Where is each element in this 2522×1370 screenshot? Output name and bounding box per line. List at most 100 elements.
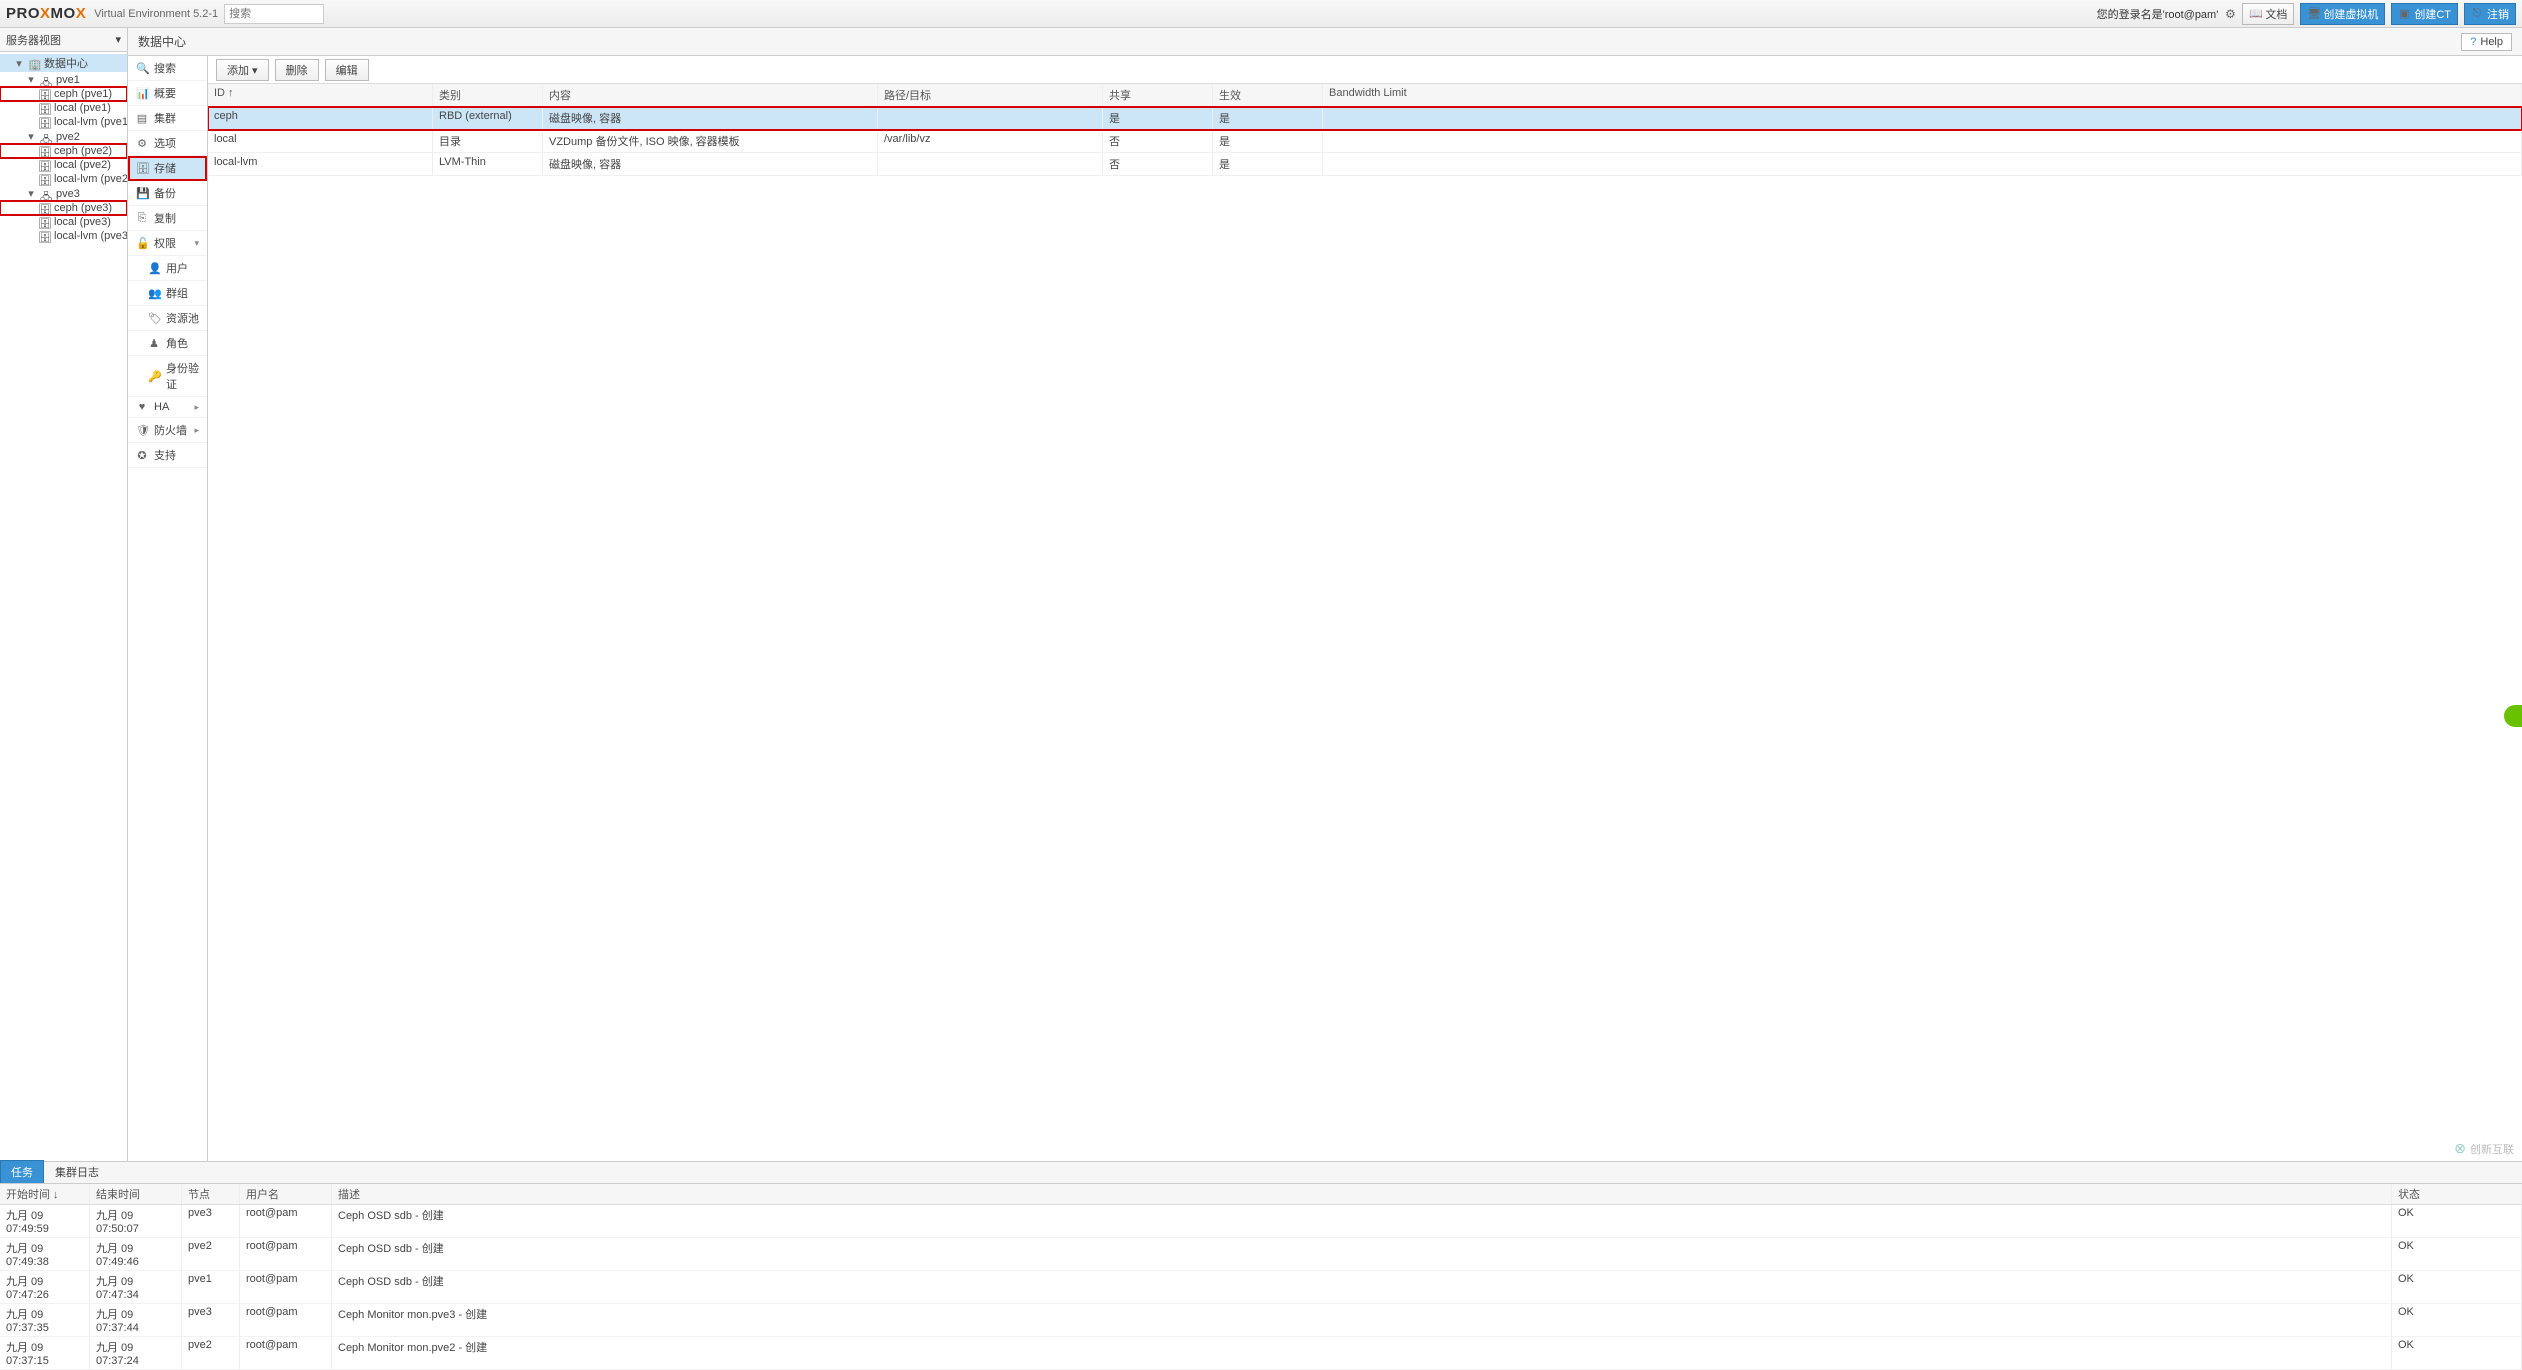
tree-storage[interactable]: 🗄local-lvm (pve2) xyxy=(0,172,127,186)
menu-options[interactable]: ⚙选项 xyxy=(128,131,207,156)
help-button[interactable]: ?Help xyxy=(2461,33,2512,51)
tree-storage[interactable]: 🗄local (pve2) xyxy=(0,158,127,172)
view-selector[interactable]: 服务器视图 ▾ xyxy=(0,28,127,52)
menu-firewall[interactable]: 🛡防火墙▸ xyxy=(128,418,207,443)
storage-row[interactable]: cephRBD (external)磁盘映像, 容器是是 xyxy=(208,107,2522,130)
tree-storage[interactable]: 🗄local-lvm (pve1) xyxy=(0,115,127,129)
menu-storage[interactable]: 🗄存储 xyxy=(128,156,207,181)
floppy-icon: 💾 xyxy=(136,187,148,200)
tree-storage[interactable]: 🗄local (pve1) xyxy=(0,101,127,115)
menu-backup[interactable]: 💾备份 xyxy=(128,181,207,206)
task-grid-header: 开始时间 ↓ 结束时间 节点 用户名 描述 状态 xyxy=(0,1184,2522,1205)
menu-ha[interactable]: ♥HA▸ xyxy=(128,397,207,418)
tree-storage[interactable]: 🗄local (pve3) xyxy=(0,215,127,229)
collapse-icon[interactable]: ▾ xyxy=(26,73,36,86)
gear-icon[interactable]: ⚙ xyxy=(2224,7,2236,21)
tree-node[interactable]: ▾🖧pve3 xyxy=(0,186,127,201)
menu-pools[interactable]: 🏷资源池 xyxy=(128,306,207,331)
tree-node[interactable]: ▾🖧pve1 xyxy=(0,72,127,87)
tcol-start[interactable]: 开始时间 ↓ xyxy=(0,1184,90,1204)
task-row[interactable]: 九月 09 07:37:35九月 09 07:37:44pve3root@pam… xyxy=(0,1304,2522,1337)
col-path[interactable]: 路径/目标 xyxy=(878,84,1103,106)
storage-grid-area: 添加 ▾ 删除 编辑 ID ↑ 类别 内容 路径/目标 共享 生效 Bandwi… xyxy=(208,56,2522,1161)
tree-storage[interactable]: 🗄ceph (pve1) xyxy=(0,87,127,101)
logo-text-x: X xyxy=(40,5,51,22)
storage-row[interactable]: local目录VZDump 备份文件, ISO 映像, 容器模板/var/lib… xyxy=(208,130,2522,153)
col-id[interactable]: ID ↑ xyxy=(208,84,433,106)
col-enabled[interactable]: 生效 xyxy=(1213,84,1323,106)
task-tabs: 任务 集群日志 xyxy=(0,1162,2522,1184)
chevron-down-icon: ▾ xyxy=(194,238,199,249)
tree-storage[interactable]: 🗄ceph (pve2) xyxy=(0,144,127,158)
col-shared[interactable]: 共享 xyxy=(1103,84,1213,106)
copy-icon: ⎘ xyxy=(136,212,148,225)
help-icon: ? xyxy=(2470,36,2476,48)
tag-icon: 🏷 xyxy=(148,312,160,325)
tcol-user[interactable]: 用户名 xyxy=(240,1184,332,1204)
server-icon: 🖧 xyxy=(40,75,52,85)
col-content[interactable]: 内容 xyxy=(543,84,878,106)
storage-icon: 🗄 xyxy=(38,217,50,227)
tree-node[interactable]: ▾🖧pve2 xyxy=(0,129,127,144)
tcol-node[interactable]: 节点 xyxy=(182,1184,240,1204)
resource-tree-panel: 服务器视图 ▾ ▾ 🏢 数据中心 ▾🖧pve1🗄ceph (pve1)🗄loca… xyxy=(0,28,128,1161)
tab-tasks[interactable]: 任务 xyxy=(0,1160,44,1183)
collapse-icon[interactable]: ▾ xyxy=(26,130,36,143)
menu-support[interactable]: ✪支持 xyxy=(128,443,207,468)
add-button[interactable]: 添加 ▾ xyxy=(216,59,269,81)
menu-permissions[interactable]: 🔓权限▾ xyxy=(128,231,207,256)
building-icon: 🏢 xyxy=(28,58,40,68)
grid-header: ID ↑ 类别 内容 路径/目标 共享 生效 Bandwidth Limit xyxy=(208,84,2522,107)
tcol-end[interactable]: 结束时间 xyxy=(90,1184,182,1204)
chart-icon: 📊 xyxy=(136,87,148,100)
task-row[interactable]: 九月 09 07:49:38九月 09 07:49:46pve2root@pam… xyxy=(0,1238,2522,1271)
task-row[interactable]: 九月 09 07:47:26九月 09 07:47:34pve1root@pam… xyxy=(0,1271,2522,1304)
side-widget[interactable] xyxy=(2504,705,2522,727)
logout-button[interactable]: ⎋注销 xyxy=(2464,3,2516,25)
server-icon: ▤ xyxy=(136,112,148,125)
chevron-right-icon: ▸ xyxy=(194,402,199,413)
collapse-icon[interactable]: ▾ xyxy=(14,57,24,70)
menu-summary[interactable]: 📊概要 xyxy=(128,81,207,106)
menu-cluster[interactable]: ▤集群 xyxy=(128,106,207,131)
menu-users[interactable]: 👤用户 xyxy=(128,256,207,281)
menu-search[interactable]: 🔍搜索 xyxy=(128,56,207,81)
task-row[interactable]: 九月 09 07:37:15九月 09 07:37:24pve2root@pam… xyxy=(0,1337,2522,1370)
global-search-input[interactable] xyxy=(224,4,324,24)
logout-icon: ⎋ xyxy=(2471,7,2483,20)
create-vm-button[interactable]: 🖥创建虚拟机 xyxy=(2300,3,2385,25)
tree-datacenter[interactable]: ▾ 🏢 数据中心 xyxy=(0,54,127,72)
heart-icon: ♥ xyxy=(136,401,148,413)
shield-icon: 🛡 xyxy=(136,424,148,437)
storage-icon: 🗄 xyxy=(38,160,50,170)
server-icon: 🖧 xyxy=(40,132,52,142)
tree-storage[interactable]: 🗄ceph (pve3) xyxy=(0,201,127,215)
task-row[interactable]: 九月 09 07:49:59九月 09 07:50:07pve3root@pam… xyxy=(0,1205,2522,1238)
menu-replication[interactable]: ⎘复制 xyxy=(128,206,207,231)
resource-tree: ▾ 🏢 数据中心 ▾🖧pve1🗄ceph (pve1)🗄local (pve1)… xyxy=(0,52,127,1161)
gear-icon: ⚙ xyxy=(136,137,148,150)
logo-text-1: PRO xyxy=(6,5,40,22)
create-ct-button[interactable]: ▣创建CT xyxy=(2391,3,2458,25)
monitor-icon: 🖥 xyxy=(2307,7,2319,20)
doc-button[interactable]: 📖文档 xyxy=(2242,3,2294,25)
col-bw[interactable]: Bandwidth Limit xyxy=(1323,84,2522,106)
menu-roles[interactable]: ♟角色 xyxy=(128,331,207,356)
storage-toolbar: 添加 ▾ 删除 编辑 xyxy=(208,56,2522,84)
menu-auth[interactable]: 🔑身份验证 xyxy=(128,356,207,397)
lock-icon: 🔓 xyxy=(136,237,148,250)
tcol-desc[interactable]: 描述 xyxy=(332,1184,2392,1204)
col-type[interactable]: 类别 xyxy=(433,84,543,106)
menu-groups[interactable]: 👥群组 xyxy=(128,281,207,306)
edit-button[interactable]: 编辑 xyxy=(325,59,369,81)
tcol-status[interactable]: 状态 xyxy=(2392,1184,2522,1204)
storage-row[interactable]: local-lvmLVM-Thin磁盘映像, 容器否是 xyxy=(208,153,2522,176)
tree-storage[interactable]: 🗄local-lvm (pve3) xyxy=(0,229,127,243)
collapse-icon[interactable]: ▾ xyxy=(26,187,36,200)
tab-cluster-log[interactable]: 集群日志 xyxy=(44,1160,110,1183)
logo-icon: ⊗ xyxy=(2454,1140,2466,1157)
storage-icon: 🗄 xyxy=(38,231,50,241)
storage-grid: ID ↑ 类别 内容 路径/目标 共享 生效 Bandwidth Limit c… xyxy=(208,84,2522,1161)
remove-button[interactable]: 删除 xyxy=(275,59,319,81)
breadcrumb: 数据中心 ?Help xyxy=(128,28,2522,56)
